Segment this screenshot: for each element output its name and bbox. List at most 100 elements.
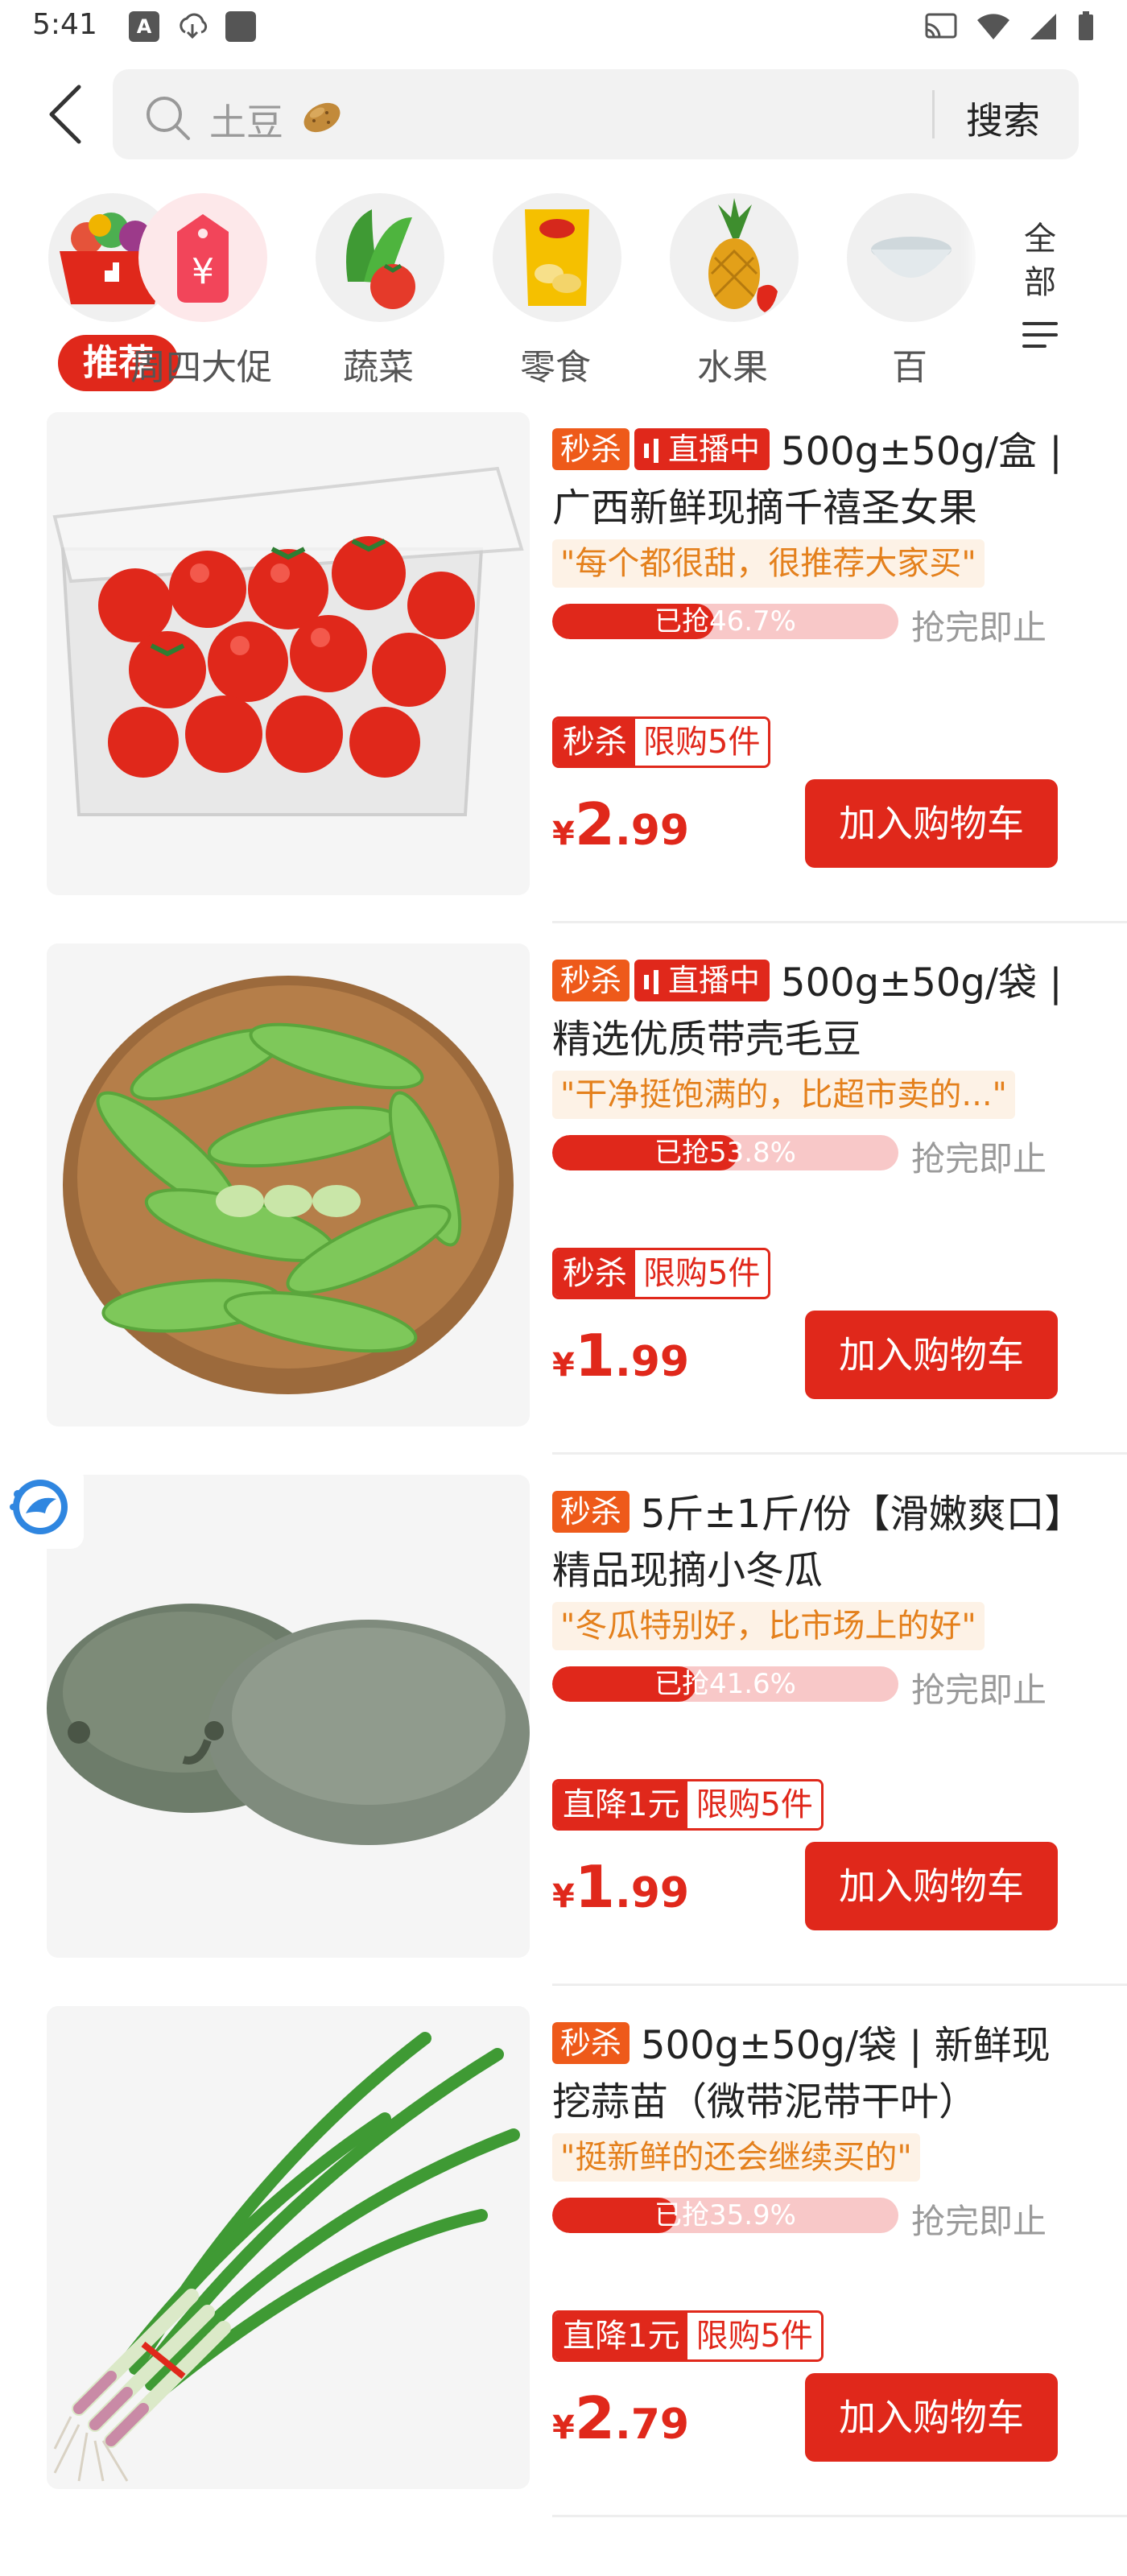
dolphin-icon (10, 1480, 68, 1534)
live-tag: 直播中 (634, 428, 770, 470)
product-image[interactable] (47, 943, 530, 1426)
pineapple-icon (670, 193, 799, 322)
search-button[interactable]: 搜索 (966, 92, 1040, 145)
add-to-cart-button[interactable]: 加入购物车 (805, 779, 1058, 868)
flash-sale-tag: 秒杀 (552, 960, 630, 1001)
all-categories-button[interactable]: 全部 (1024, 217, 1066, 304)
divider (552, 921, 1127, 923)
potato-emoji-icon (303, 102, 341, 133)
app-icon (225, 11, 256, 42)
progress-note: 抢完即止 (911, 608, 1047, 647)
product-card[interactable]: 秒杀 500g±50g/袋 | 新鲜现挖蒜苗（微带泥带干叶） "挺新鲜的还会继续买… (0, 2006, 1127, 2537)
category-fruit[interactable]: 水果 (652, 184, 813, 393)
product-card[interactable]: 秒杀 5斤±1斤/份【滑嫩爽口】精品现摘小冬瓜 "冬瓜特别好，比市场上的好" 已抢… (0, 1475, 1127, 2006)
product-image[interactable] (47, 2006, 530, 2489)
product-image[interactable] (47, 412, 530, 895)
search-header: 土豆 搜索 (0, 58, 1127, 171)
progress-text: 已抢46.7% (654, 605, 796, 638)
cast-icon (925, 13, 957, 39)
progress-text: 已抢35.9% (654, 2199, 796, 2231)
divider (552, 2515, 1127, 2517)
status-time: 5:41 (32, 8, 97, 41)
battery-icon (1079, 11, 1093, 40)
vegetables-icon (316, 193, 444, 322)
category-label: 百 (892, 347, 927, 388)
chips-bag-icon (493, 193, 621, 322)
search-icon (147, 97, 190, 140)
limit-label: 限购5件 (635, 1250, 769, 1297)
product-card[interactable]: 秒杀 直播中 500g±50g/袋 | 精选优质带壳毛豆 "干净挺饱满的，比超市卖的… (0, 943, 1127, 1475)
live-tag: 直播中 (634, 960, 770, 1001)
add-to-cart-button[interactable]: 加入购物车 (805, 1842, 1058, 1930)
progress-note: 抢完即止 (911, 2202, 1047, 2241)
live-bars-icon (644, 970, 659, 994)
product-image[interactable] (47, 1475, 530, 1958)
flash-sale-tag: 秒杀 (552, 428, 630, 470)
category-label: 蔬菜 (343, 347, 414, 388)
promo-label: 秒杀 (555, 1250, 635, 1297)
wifi-icon (977, 14, 1009, 39)
category-strip: 推荐 ¥ 周四大促 蔬菜 零食 水果 百 全部 (0, 184, 1127, 401)
limit-label: 限购5件 (687, 1781, 821, 1828)
category-more[interactable]: 百 (829, 184, 990, 393)
category-label: 零食 (520, 347, 591, 388)
live-bars-icon (644, 439, 659, 463)
list-icon[interactable] (1021, 319, 1059, 351)
product-title: 秒杀 5斤±1斤/份【滑嫩爽口】精品现摘小冬瓜 (552, 1486, 1067, 1599)
back-icon[interactable] (39, 80, 95, 148)
promo-label: 直降1元 (555, 2313, 688, 2359)
purchase-limit-badge: 直降1元 限购5件 (552, 2310, 824, 2362)
category-snacks[interactable]: 零食 (475, 184, 636, 393)
progress-bar: 已抢35.9% (552, 2198, 898, 2233)
progress-bar: 已抢41.6% (552, 1666, 898, 1702)
progress-note: 抢完即止 (911, 1670, 1047, 1710)
product-title: 秒杀 直播中 500g±50g/袋 | 精选优质带壳毛豆 (552, 955, 1067, 1067)
category-vegetables[interactable]: 蔬菜 (298, 184, 459, 393)
product-card[interactable]: 秒杀 直播中 500g±50g/盒 | 广西新鲜现摘千禧圣女果 "每个都很甜，很推荐… (0, 412, 1127, 943)
sold-progress: 已抢46.7% 抢完即止 (552, 597, 1067, 647)
product-price: ¥2.79 (552, 2384, 690, 2452)
flash-sale-tag: 秒杀 (552, 2022, 630, 2064)
sold-progress: 已抢41.6% 抢完即止 (552, 1660, 1067, 1710)
download-icon (180, 13, 208, 39)
a-icon: A (129, 11, 159, 42)
bowls-icon (847, 193, 976, 322)
product-title: 秒杀 直播中 500g±50g/盒 | 广西新鲜现摘千禧圣女果 (552, 423, 1067, 536)
product-price: ¥1.99 (552, 1322, 690, 1389)
divider (552, 1984, 1127, 1986)
product-price: ¥1.99 (552, 1853, 690, 1921)
progress-note: 抢完即止 (911, 1139, 1047, 1179)
search-input[interactable]: 土豆 (209, 93, 283, 147)
search-box[interactable]: 土豆 搜索 (113, 69, 1079, 159)
progress-text: 已抢41.6% (654, 1668, 796, 1700)
progress-bar: 已抢53.8% (552, 1135, 898, 1170)
promo-label: 直降1元 (555, 1781, 688, 1828)
sold-progress: 已抢53.8% 抢完即止 (552, 1129, 1067, 1179)
sold-progress: 已抢35.9% 抢完即止 (552, 2191, 1067, 2241)
status-bar: 5:41 A (0, 0, 1127, 58)
review-quote: "每个都很甜，很推荐大家买" (552, 539, 985, 588)
add-to-cart-button[interactable]: 加入购物车 (805, 1311, 1058, 1399)
signal-icon (1030, 14, 1056, 39)
svg-text:¥: ¥ (192, 251, 214, 292)
purchase-limit-badge: 秒杀 限购5件 (552, 1248, 771, 1299)
category-label: 周四大促 (130, 347, 272, 388)
category-thursday-promo[interactable]: ¥ 周四大促 (121, 184, 282, 393)
purchase-limit-badge: 直降1元 限购5件 (552, 1779, 824, 1831)
limit-label: 限购5件 (687, 2313, 821, 2359)
flash-sale-tag: 秒杀 (552, 1491, 630, 1533)
category-label: 水果 (697, 347, 768, 388)
add-to-cart-button[interactable]: 加入购物车 (805, 2373, 1058, 2462)
floating-assistant-button[interactable] (0, 1465, 84, 1549)
promo-label: 秒杀 (555, 719, 635, 766)
search-divider (932, 90, 935, 138)
product-price: ¥2.99 (552, 791, 690, 858)
price-tag-icon: ¥ (138, 193, 267, 322)
purchase-limit-badge: 秒杀 限购5件 (552, 716, 771, 768)
divider (552, 1452, 1127, 1455)
review-quote: "挺新鲜的还会继续买的" (552, 2133, 920, 2182)
review-quote: "冬瓜特别好，比市场上的好" (552, 1602, 985, 1650)
review-quote: "干净挺饱满的，比超市卖的..." (552, 1071, 1015, 1119)
limit-label: 限购5件 (635, 719, 769, 766)
progress-text: 已抢53.8% (654, 1137, 796, 1169)
